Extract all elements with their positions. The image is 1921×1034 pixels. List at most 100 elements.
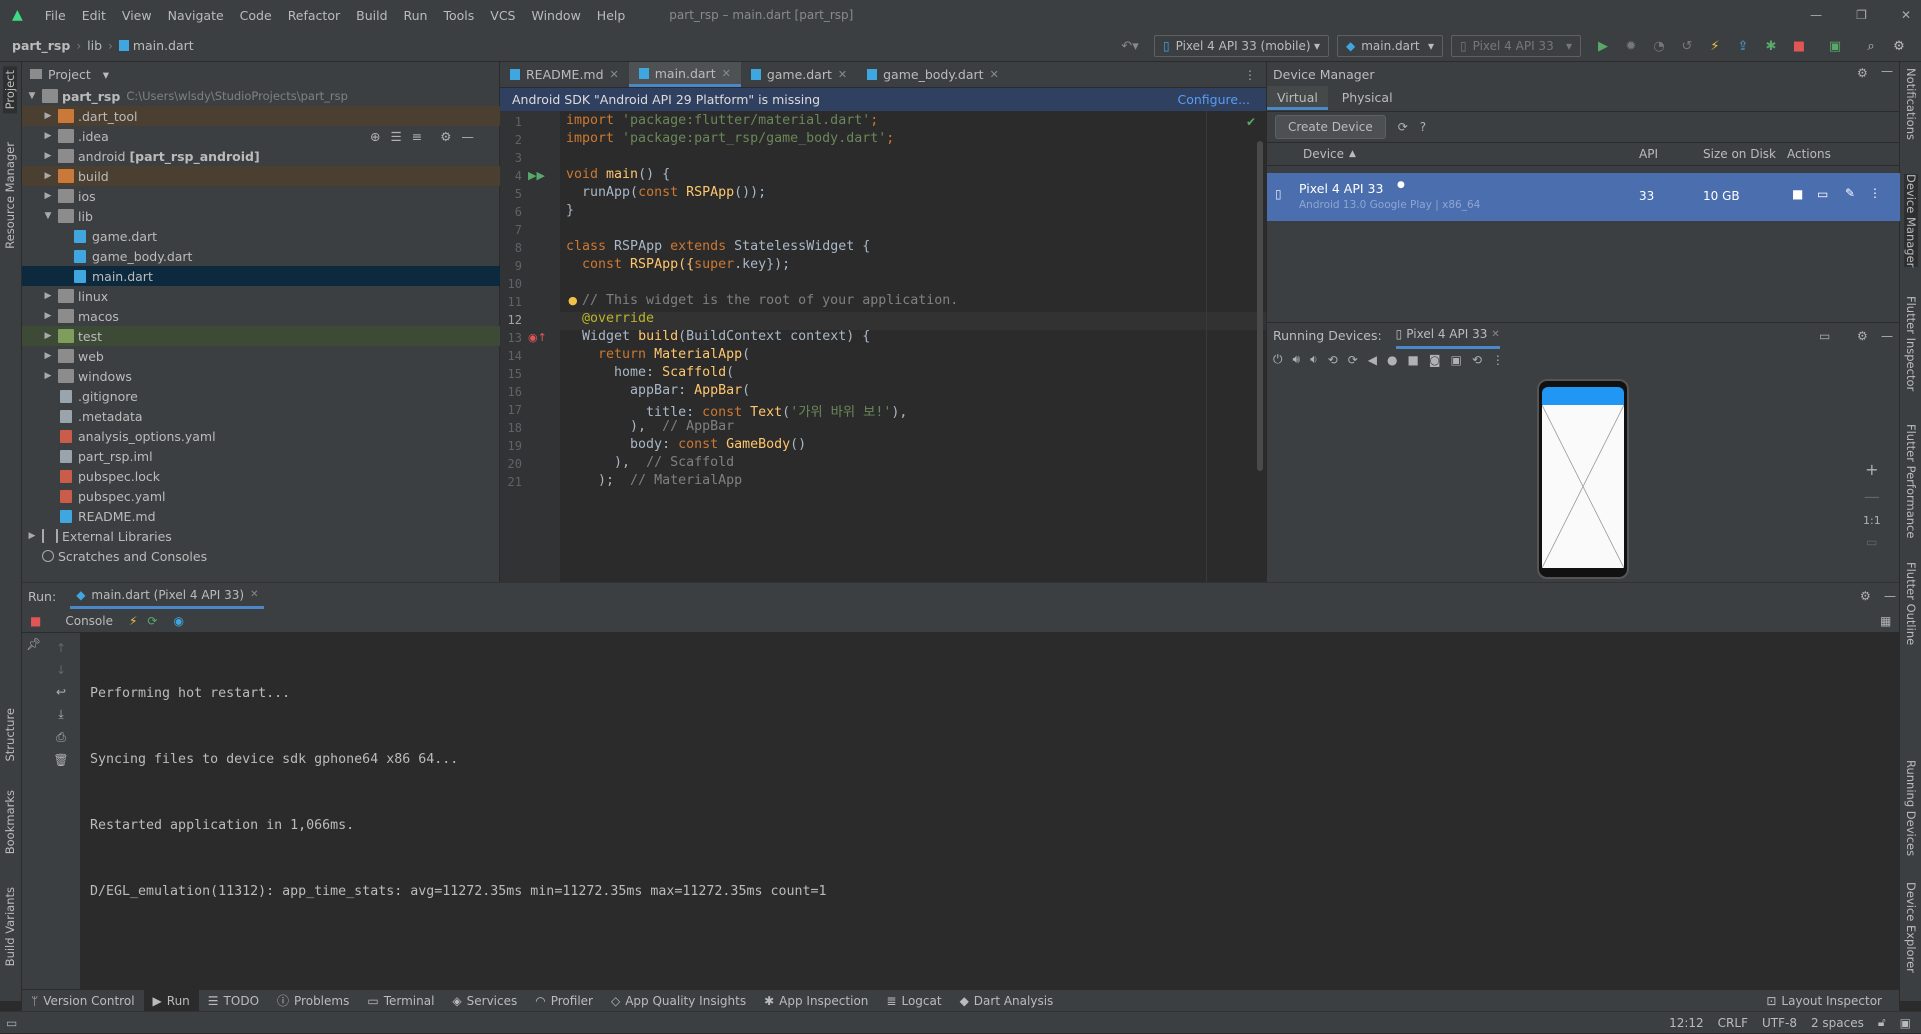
- create-device-button[interactable]: Create Device: [1275, 115, 1386, 139]
- project-view-selector[interactable]: Project: [48, 67, 91, 82]
- tab-menu-icon[interactable]: ⋮: [1244, 68, 1256, 82]
- pin-icon[interactable]: 📌︎: [26, 637, 41, 651]
- menu-vcs[interactable]: VCS: [482, 8, 523, 23]
- edit-icon[interactable]: ✎: [1845, 186, 1855, 200]
- column-api[interactable]: API: [1639, 147, 1658, 161]
- hide-panel-icon[interactable]: —: [1881, 329, 1893, 343]
- hot-restart-icon[interactable]: ⟳: [147, 614, 157, 628]
- close-tab-icon[interactable]: ✕: [990, 68, 999, 81]
- tree-item-linux[interactable]: ▶ linux: [22, 286, 500, 306]
- tree-item-lib[interactable]: ▼ lib: [22, 206, 500, 226]
- tool-tab-resource-manager[interactable]: Resource Manager: [3, 142, 17, 249]
- back-icon[interactable]: ◀: [1368, 353, 1377, 367]
- device-manager-toolbar-icon[interactable]: ▣: [1827, 38, 1843, 54]
- menu-file[interactable]: File: [37, 8, 74, 23]
- console-output[interactable]: Performing hot restart... Syncing files …: [90, 639, 827, 947]
- close-tab-icon[interactable]: ✕: [838, 68, 847, 81]
- more-options-icon[interactable]: ⋮: [1492, 353, 1504, 367]
- tree-item-iml[interactable]: part_rsp.iml: [22, 446, 500, 466]
- screen-record-icon[interactable]: ▣: [1450, 353, 1461, 367]
- tree-item-test[interactable]: ▶ test: [22, 326, 500, 346]
- menu-run[interactable]: Run: [396, 8, 436, 23]
- tree-root[interactable]: ▼ part_rsp C:\Users\wlsdy\StudioProjects…: [22, 86, 500, 106]
- tool-tab-flutter-inspector[interactable]: Flutter Inspector: [1904, 296, 1918, 391]
- back-arrow-icon[interactable]: ↶▾: [1121, 38, 1138, 54]
- tool-tab-flutter-performance[interactable]: Flutter Performance: [1904, 424, 1918, 538]
- tree-item-pubspec-lock[interactable]: pubspec.lock: [22, 466, 500, 486]
- breadcrumb-lib[interactable]: lib: [87, 38, 102, 53]
- power-icon[interactable]: ⏻: [1273, 352, 1283, 367]
- tool-run[interactable]: ▶ Run: [143, 989, 199, 1012]
- volume-up-icon[interactable]: 🔊︎: [1293, 352, 1301, 367]
- hide-panel-icon[interactable]: —: [1884, 589, 1896, 603]
- zoom-in-icon[interactable]: +: [1865, 460, 1878, 479]
- tree-item-readme[interactable]: README.md: [22, 506, 500, 526]
- scroll-up-icon[interactable]: ↑: [56, 641, 66, 655]
- menu-window[interactable]: Window: [524, 8, 589, 23]
- home-icon[interactable]: ●: [1387, 353, 1397, 367]
- tool-version-control[interactable]: ᛘ Version Control: [22, 990, 144, 1012]
- gear-icon[interactable]: ⚙: [1857, 66, 1868, 80]
- run-gutter-icon[interactable]: ▶▶: [528, 169, 545, 182]
- console-tab[interactable]: Console: [65, 614, 113, 628]
- code-editor[interactable]: 1 2 3 4 5 6 7 8 9 10 11 12 13 14 15 16 1…: [500, 111, 1266, 582]
- tree-item-game-dart[interactable]: game.dart: [22, 226, 500, 246]
- lock-icon[interactable]: 🔓︎: [1878, 1015, 1886, 1030]
- gear-icon[interactable]: ⚙: [1860, 589, 1871, 603]
- tab-game-body-dart[interactable]: game_body.dart ✕: [857, 62, 1009, 87]
- memory-icon[interactable]: ▣: [1900, 1016, 1911, 1030]
- tool-tab-device-explorer[interactable]: Device Explorer: [1904, 882, 1918, 973]
- maximize-icon[interactable]: ▭: [1819, 329, 1830, 343]
- tool-problems[interactable]: ⓘ Problems: [268, 990, 358, 1012]
- hot-reload-icon[interactable]: ⚡: [129, 614, 137, 628]
- tool-tab-device-manager[interactable]: Device Manager: [1904, 174, 1918, 268]
- menu-help[interactable]: Help: [589, 8, 634, 23]
- tool-tab-structure[interactable]: Structure: [3, 708, 17, 762]
- menu-navigate[interactable]: Navigate: [160, 8, 232, 23]
- profile-icon[interactable]: ◔: [1651, 38, 1667, 54]
- breadcrumb-project[interactable]: part_rsp: [12, 38, 70, 53]
- snapshot-icon[interactable]: ⟲: [1472, 353, 1482, 367]
- tool-logcat[interactable]: ≣ Logcat: [877, 990, 950, 1012]
- tree-item-web[interactable]: ▶ web: [22, 346, 500, 366]
- debug-icon[interactable]: ✹: [1623, 38, 1639, 54]
- help-icon[interactable]: ?: [1420, 120, 1426, 134]
- menu-edit[interactable]: Edit: [74, 8, 114, 23]
- tree-item-metadata[interactable]: .metadata: [22, 406, 500, 426]
- tool-app-quality-insights[interactable]: ◇ App Quality Insights: [602, 990, 755, 1012]
- tree-item-analysis-options[interactable]: analysis_options.yaml: [22, 426, 500, 446]
- refresh-icon[interactable]: ⟳: [1398, 120, 1408, 134]
- clear-icon[interactable]: 🗑︎: [53, 753, 68, 767]
- tree-item-ios[interactable]: ▶ ios: [22, 186, 500, 206]
- run-config-tab[interactable]: ◆ main.dart (Pixel 4 API 33) ✕: [70, 583, 265, 609]
- minimize-icon[interactable]: —: [1810, 8, 1822, 22]
- tree-item-windows[interactable]: ▶ windows: [22, 366, 500, 386]
- scroll-to-end-icon[interactable]: ⤓: [58, 707, 63, 722]
- tool-profiler[interactable]: ◠ Profiler: [526, 990, 602, 1012]
- tool-tab-project[interactable]: Project: [3, 66, 17, 114]
- tool-todo[interactable]: ☰ TODO: [199, 990, 268, 1012]
- tool-app-inspection[interactable]: ✱ App Inspection: [755, 990, 877, 1012]
- tool-tab-flutter-outline[interactable]: Flutter Outline: [1904, 562, 1918, 645]
- tree-item-scratches[interactable]: Scratches and Consoles: [22, 546, 500, 566]
- tab-main-dart[interactable]: main.dart ✕: [628, 62, 741, 87]
- overview-icon[interactable]: ■: [1407, 353, 1418, 367]
- tool-tab-notifications[interactable]: Notifications: [1904, 68, 1918, 140]
- tool-tab-build-variants[interactable]: Build Variants: [3, 887, 17, 966]
- menu-build[interactable]: Build: [348, 8, 395, 23]
- open-folder-icon[interactable]: ▭: [1817, 187, 1828, 201]
- column-device[interactable]: Device: [1303, 147, 1344, 161]
- tree-item-build[interactable]: ▶ build: [22, 166, 500, 186]
- scroll-down-icon[interactable]: ↓: [56, 663, 66, 677]
- rotate-left-icon[interactable]: ⟲: [1328, 353, 1338, 367]
- hide-panel-icon[interactable]: —: [1881, 64, 1893, 78]
- tool-tab-bookmarks[interactable]: Bookmarks: [3, 790, 17, 854]
- more-actions-icon[interactable]: ⋮: [1869, 186, 1881, 200]
- menu-code[interactable]: Code: [232, 8, 280, 23]
- run-icon[interactable]: ▶: [1595, 38, 1611, 54]
- soft-wrap-icon[interactable]: ↩: [56, 685, 66, 699]
- tab-virtual[interactable]: Virtual: [1267, 86, 1328, 110]
- tree-item-external-libraries[interactable]: ▶ External Libraries: [22, 526, 500, 546]
- inspection-ok-icon[interactable]: ✔: [1246, 115, 1256, 129]
- settings-icon[interactable]: ⚙: [1891, 38, 1907, 54]
